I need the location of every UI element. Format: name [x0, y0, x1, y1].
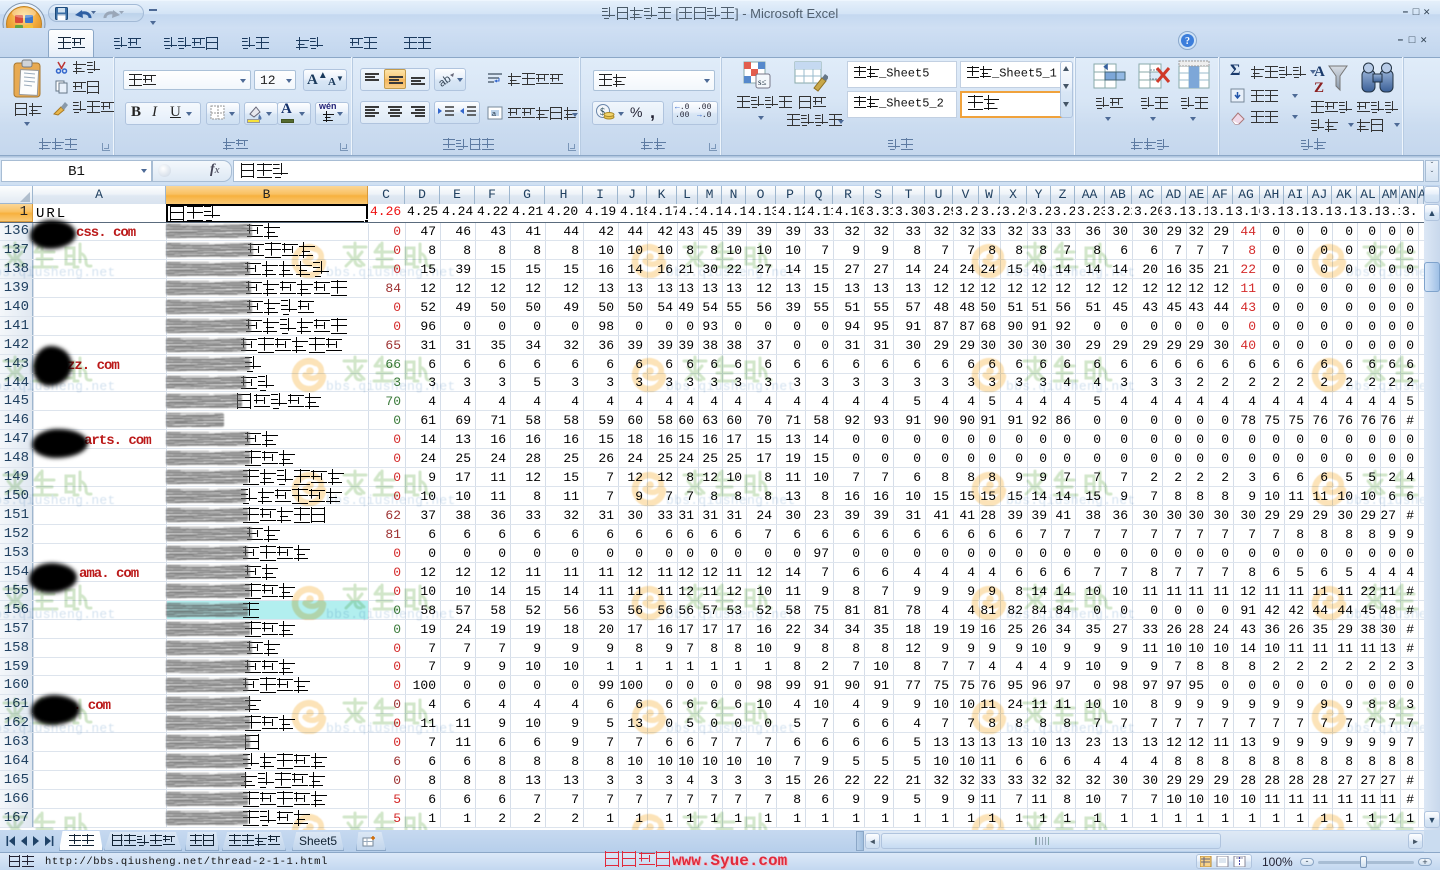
svg-text:A: A: [1314, 64, 1325, 80]
svg-text:s≤: s≤: [758, 77, 767, 87]
svg-text:a: a: [492, 111, 496, 118]
svg-text:?: ?: [1185, 36, 1190, 47]
svg-text:Z: Z: [1314, 80, 1324, 96]
